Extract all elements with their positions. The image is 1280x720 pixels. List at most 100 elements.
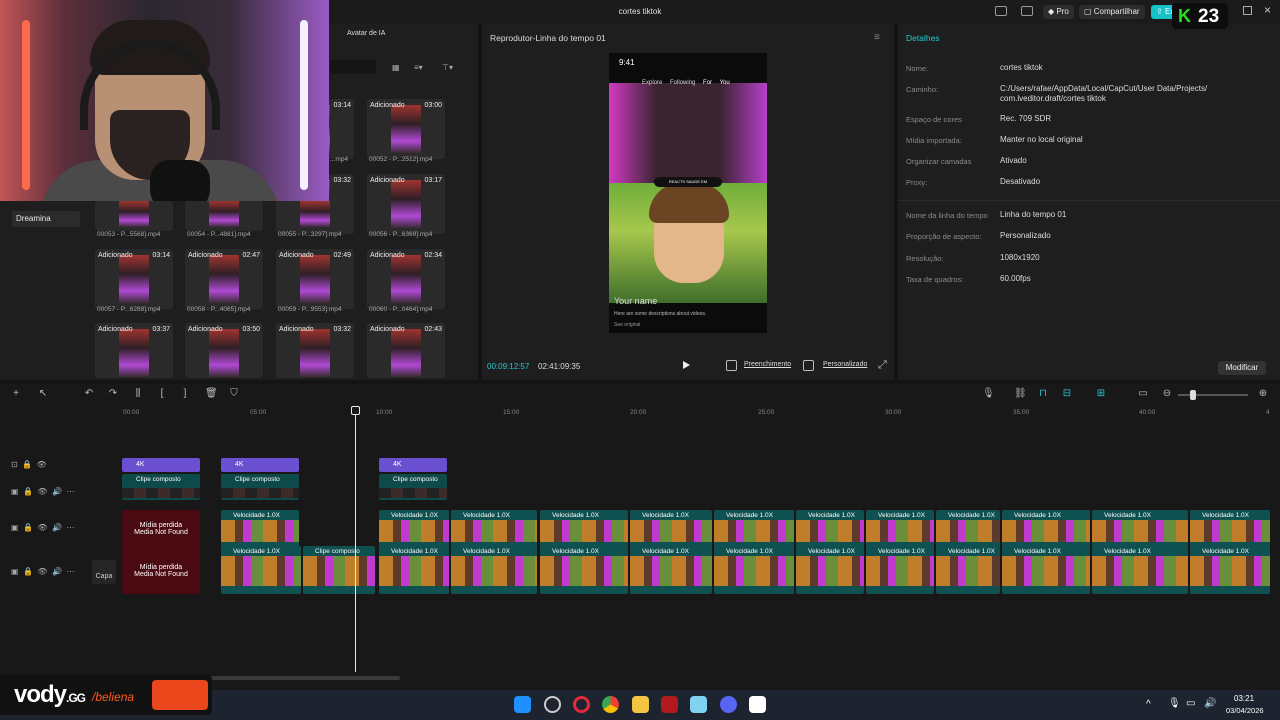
clip-composite[interactable]: Clipe composto xyxy=(379,474,447,500)
redo-icon[interactable]: ↷ xyxy=(108,389,118,399)
media-thumbnail[interactable]: Adicionado 02:47 xyxy=(185,249,263,309)
clip-4k[interactable]: 4K xyxy=(379,458,447,472)
share-button[interactable]: ▢ Compartilhar xyxy=(1079,5,1145,19)
cover-button[interactable]: Capa xyxy=(92,560,116,584)
close-icon[interactable]: × xyxy=(1264,3,1271,17)
zoom-in-icon[interactable]: ⊕ xyxy=(1258,389,1268,399)
clip-video[interactable]: Velocidade 1.0X xyxy=(379,510,449,548)
clip-4k[interactable]: 4K xyxy=(122,458,200,472)
discord-icon[interactable] xyxy=(720,696,737,713)
media-thumbnail[interactable]: Adicionado 03:50 xyxy=(185,323,263,378)
playhead-handle[interactable] xyxy=(351,406,360,415)
media-thumbnail[interactable]: Adicionado 03:14 xyxy=(95,249,173,309)
media-thumbnail[interactable]: Adicionado 03:37 xyxy=(95,323,173,378)
sort-icon[interactable]: ≡▾ xyxy=(414,63,423,72)
media-thumbnail[interactable]: Adicionado 02:34 xyxy=(367,249,445,309)
search-input[interactable] xyxy=(330,60,376,74)
tray-volume-icon[interactable]: 🔊 xyxy=(1204,698,1216,709)
app-icon[interactable] xyxy=(544,696,561,713)
clip-video[interactable]: Velocidade 1.0X xyxy=(866,546,934,594)
magnet-icon[interactable]: ⊓ xyxy=(1038,389,1048,399)
clip-video[interactable]: Velocidade 1.0X xyxy=(936,546,1000,594)
select-tool-icon[interactable]: ↖ xyxy=(38,389,48,399)
play-button[interactable] xyxy=(683,361,690,369)
filter-icon[interactable]: ⊤▾ xyxy=(442,63,453,72)
clip-video[interactable]: Velocidade 1.0X xyxy=(630,510,712,548)
zoom-slider[interactable] xyxy=(1178,394,1248,396)
tray-date[interactable]: 03/04/2026 xyxy=(1226,706,1264,715)
add-icon[interactable]: + xyxy=(11,389,21,399)
media-thumbnail[interactable] xyxy=(276,201,354,231)
restore-window-icon[interactable] xyxy=(1243,6,1252,15)
chrome-icon[interactable] xyxy=(602,696,619,713)
split-icon[interactable]: ⫼ xyxy=(133,389,143,399)
clip-composite-main[interactable]: Clipe composto xyxy=(303,546,375,594)
track-controls[interactable]: ▣ 🔒 👁 🔊 ⋯ xyxy=(11,567,74,576)
clip-video[interactable]: Velocidade 1.0X xyxy=(451,510,537,548)
media-thumbnail[interactable]: Adicionado 03:00 xyxy=(367,99,445,159)
grid-view-icon[interactable]: ▦ xyxy=(392,63,400,72)
tray-time[interactable]: 03:21 xyxy=(1234,694,1254,703)
app-icon[interactable] xyxy=(661,696,678,713)
delete-icon[interactable]: 🗑 xyxy=(205,389,218,399)
fill-dropdown[interactable]: Preenchimento xyxy=(744,361,791,368)
clip-video[interactable]: Velocidade 1.0X xyxy=(221,510,299,548)
clip-video[interactable]: Velocidade 1.0X xyxy=(221,546,301,594)
snap-icon[interactable]: ⊟ xyxy=(1062,389,1072,399)
ratio-dropdown[interactable]: Personalizado xyxy=(823,361,867,368)
sidebar-item-dreamina[interactable]: Dreamina xyxy=(12,211,80,227)
playhead[interactable] xyxy=(355,406,356,672)
window-layout-icon[interactable] xyxy=(1021,6,1033,16)
preview-axis-icon[interactable]: ⊞ xyxy=(1096,389,1106,399)
tab-avatar-ia[interactable]: Avatar de IA xyxy=(347,30,385,37)
clip-video[interactable]: Velocidade 1.0X xyxy=(379,546,449,594)
video-preview[interactable]: REACTS SAUDE EM 9:41 Explore Following F… xyxy=(609,53,767,333)
clip-video[interactable]: Velocidade 1.0X xyxy=(1190,546,1270,594)
layout-icon[interactable] xyxy=(995,6,1007,16)
fullscreen-icon[interactable]: ⤢ xyxy=(878,359,887,372)
opera-icon[interactable] xyxy=(573,696,590,713)
media-thumbnail[interactable]: Adicionado 03:32 xyxy=(276,323,354,378)
tray-network-icon[interactable]: ▭ xyxy=(1186,698,1195,709)
tray-chevron-icon[interactable]: ^ xyxy=(1146,699,1151,710)
trim-right-icon[interactable]: ] xyxy=(180,389,190,399)
clip-video[interactable]: Velocidade 1.0X xyxy=(1092,546,1188,594)
clip-video[interactable]: Velocidade 1.0X xyxy=(714,546,794,594)
clip-video[interactable]: Velocidade 1.0X xyxy=(630,546,712,594)
link-icon[interactable]: ⛓ xyxy=(1014,389,1027,399)
screenshot-icon[interactable] xyxy=(803,360,814,371)
pro-button[interactable]: ◆ Pro xyxy=(1043,5,1074,19)
clip-video[interactable]: Velocidade 1.0X xyxy=(540,510,628,548)
clip-video[interactable]: Velocidade 1.0X xyxy=(1002,510,1090,548)
capcut-icon[interactable] xyxy=(749,696,766,713)
media-thumbnail[interactable]: Adicionado 02:43 xyxy=(367,323,445,378)
clip-video[interactable]: Velocidade 1.0X xyxy=(1092,510,1188,548)
clip-video[interactable]: Velocidade 1.0X xyxy=(936,510,1000,548)
clip-video[interactable]: Velocidade 1.0X xyxy=(540,546,628,594)
undo-icon[interactable]: ↶ xyxy=(84,389,94,399)
zoom-slider-handle[interactable] xyxy=(1190,390,1196,400)
media-thumbnail[interactable] xyxy=(95,201,173,231)
folder-icon[interactable] xyxy=(632,696,649,713)
clip-video[interactable]: Velocidade 1.0X xyxy=(1002,546,1090,594)
shield-icon[interactable]: ⛉ xyxy=(229,389,239,399)
trim-left-icon[interactable]: [ xyxy=(157,389,167,399)
clip-video[interactable]: Velocidade 1.0X xyxy=(866,510,934,548)
clip-composite[interactable]: Clipe composto xyxy=(221,474,299,500)
modify-button[interactable]: Modificar xyxy=(1218,361,1266,375)
media-thumbnail[interactable]: Adicionado 02:49 xyxy=(276,249,354,309)
tray-mic-icon[interactable]: 🎙 xyxy=(1168,698,1181,709)
track-controls[interactable]: ▣ 🔒 👁 🔊 ⋯ xyxy=(11,523,74,532)
media-thumbnail[interactable]: Adicionado 03:17 xyxy=(367,174,445,234)
clip-video[interactable]: Velocidade 1.0X xyxy=(451,546,537,594)
track-controls[interactable]: ▣ 🔒 👁 🔊 ⋯ xyxy=(11,487,74,496)
clip-video[interactable]: Velocidade 1.0X xyxy=(1190,510,1270,548)
screen-icon[interactable]: ▭ xyxy=(1138,389,1148,399)
clip-4k[interactable]: 4K xyxy=(221,458,299,472)
clip-video[interactable]: Velocidade 1.0X xyxy=(796,510,864,548)
media-thumbnail[interactable] xyxy=(185,201,263,231)
zoom-out-icon[interactable]: ⊖ xyxy=(1162,389,1172,399)
clip-missing-media[interactable]: Mídia perdida Media Not Found xyxy=(122,546,200,594)
crop-icon[interactable] xyxy=(726,360,737,371)
mic-icon[interactable]: 🎙 xyxy=(982,389,995,399)
